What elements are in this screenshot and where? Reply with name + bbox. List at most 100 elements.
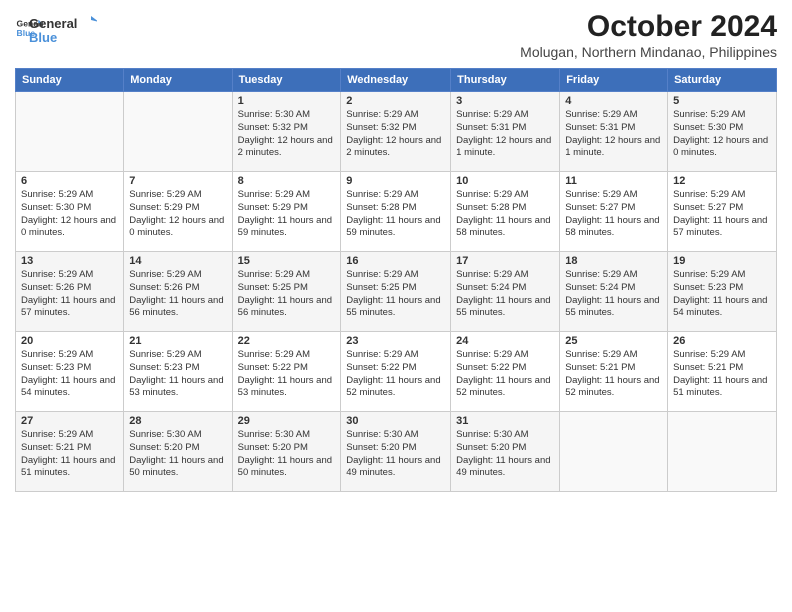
cell-content: Sunrise: 5:29 AM Sunset: 5:25 PM Dayligh…: [346, 269, 445, 320]
calendar-cell: 20 Sunrise: 5:29 AM Sunset: 5:23 PM Dayli…: [16, 332, 124, 412]
cell-content: Sunrise: 5:29 AM Sunset: 5:24 PM Dayligh…: [565, 269, 662, 320]
day-number: 4: [565, 95, 662, 107]
title-block: October 2024 Molugan, Northern Mindanao,…: [520, 10, 777, 60]
calendar-cell: 31 Sunrise: 5:30 AM Sunset: 5:20 PM Dayli…: [451, 412, 560, 492]
day-number: 6: [21, 175, 118, 187]
day-number: 26: [673, 335, 771, 347]
calendar-cell: 23 Sunrise: 5:29 AM Sunset: 5:22 PM Dayli…: [341, 332, 451, 412]
calendar-cell: 1Sunrise: 5:30 AM Sunset: 5:32 PM Daylig…: [232, 92, 341, 172]
col-tuesday: Tuesday: [232, 69, 341, 92]
calendar-cell: [560, 412, 668, 492]
cell-content: Sunrise: 5:29 AM Sunset: 5:22 PM Dayligh…: [238, 349, 336, 400]
calendar-cell: 30 Sunrise: 5:30 AM Sunset: 5:20 PM Dayli…: [341, 412, 451, 492]
col-monday: Monday: [124, 69, 232, 92]
calendar-cell: 8 Sunrise: 5:29 AM Sunset: 5:29 PM Daylig…: [232, 172, 341, 252]
month-year-title: October 2024: [520, 10, 777, 44]
calendar-cell: 27 Sunrise: 5:29 AM Sunset: 5:21 PM Dayli…: [16, 412, 124, 492]
calendar-cell: 12 Sunrise: 5:29 AM Sunset: 5:27 PM Dayli…: [668, 172, 777, 252]
calendar-cell: 21Sunrise: 5:29 AM Sunset: 5:23 PM Dayli…: [124, 332, 232, 412]
cell-content: Sunrise: 5:30 AM Sunset: 5:20 PM Dayligh…: [456, 429, 554, 480]
calendar-header-row: Sunday Monday Tuesday Wednesday Thursday…: [16, 69, 777, 92]
day-number: 24: [456, 335, 554, 347]
svg-text:Blue: Blue: [29, 30, 57, 45]
day-number: 16: [346, 255, 445, 267]
cell-content: Sunrise: 5:29 AM Sunset: 5:30 PM Dayligh…: [21, 189, 118, 240]
cell-content: Sunrise: 5:30 AM Sunset: 5:20 PM Dayligh…: [346, 429, 445, 480]
cell-content: Sunrise: 5:29 AM Sunset: 5:21 PM Dayligh…: [21, 429, 118, 480]
cell-content: Sunrise: 5:29 AM Sunset: 5:23 PM Dayligh…: [21, 349, 118, 400]
cell-content: Sunrise: 5:29 AM Sunset: 5:22 PM Dayligh…: [346, 349, 445, 400]
cell-content: Sunrise: 5:29 AM Sunset: 5:27 PM Dayligh…: [673, 189, 771, 240]
calendar-cell: 26 Sunrise: 5:29 AM Sunset: 5:21 PM Dayli…: [668, 332, 777, 412]
calendar-cell: 4 Sunrise: 5:29 AM Sunset: 5:31 PM Daylig…: [560, 92, 668, 172]
day-number: 27: [21, 415, 118, 427]
day-number: 23: [346, 335, 445, 347]
calendar-cell: 18 Sunrise: 5:29 AM Sunset: 5:24 PM Dayli…: [560, 252, 668, 332]
day-number: 9: [346, 175, 445, 187]
logo-svg: General Blue: [27, 12, 97, 48]
day-number: 25: [565, 335, 662, 347]
cell-content: Sunrise: 5:29 AM Sunset: 5:29 PM Dayligh…: [129, 189, 226, 240]
cell-content: Sunrise: 5:30 AM Sunset: 5:32 PM Dayligh…: [238, 109, 336, 160]
calendar-cell: 3Sunrise: 5:29 AM Sunset: 5:31 PM Daylig…: [451, 92, 560, 172]
calendar-table: Sunday Monday Tuesday Wednesday Thursday…: [15, 68, 777, 492]
cell-content: Sunrise: 5:30 AM Sunset: 5:20 PM Dayligh…: [238, 429, 336, 480]
calendar-cell: 25Sunrise: 5:29 AM Sunset: 5:21 PM Dayli…: [560, 332, 668, 412]
day-number: 5: [673, 95, 771, 107]
calendar-cell: 7 Sunrise: 5:29 AM Sunset: 5:29 PM Daylig…: [124, 172, 232, 252]
cell-content: Sunrise: 5:29 AM Sunset: 5:27 PM Dayligh…: [565, 189, 662, 240]
calendar-cell: 15Sunrise: 5:29 AM Sunset: 5:25 PM Dayli…: [232, 252, 341, 332]
day-number: 21: [129, 335, 226, 347]
calendar-cell: 17Sunrise: 5:29 AM Sunset: 5:24 PM Dayli…: [451, 252, 560, 332]
location-subtitle: Molugan, Northern Mindanao, Philippines: [520, 44, 777, 60]
col-wednesday: Wednesday: [341, 69, 451, 92]
day-number: 31: [456, 415, 554, 427]
calendar-cell: 16 Sunrise: 5:29 AM Sunset: 5:25 PM Dayli…: [341, 252, 451, 332]
calendar-week-3: 13Sunrise: 5:29 AM Sunset: 5:26 PM Dayli…: [16, 252, 777, 332]
cell-content: Sunrise: 5:29 AM Sunset: 5:30 PM Dayligh…: [673, 109, 771, 160]
calendar-cell: 28 Sunrise: 5:30 AM Sunset: 5:20 PM Dayli…: [124, 412, 232, 492]
day-number: 19: [673, 255, 771, 267]
cell-content: Sunrise: 5:29 AM Sunset: 5:31 PM Dayligh…: [565, 109, 662, 160]
day-number: 30: [346, 415, 445, 427]
cell-content: Sunrise: 5:29 AM Sunset: 5:28 PM Dayligh…: [456, 189, 554, 240]
day-number: 29: [238, 415, 336, 427]
calendar-cell: 5 Sunrise: 5:29 AM Sunset: 5:30 PM Daylig…: [668, 92, 777, 172]
calendar-cell: 19 Sunrise: 5:29 AM Sunset: 5:23 PM Dayli…: [668, 252, 777, 332]
calendar-cell: [16, 92, 124, 172]
cell-content: Sunrise: 5:29 AM Sunset: 5:21 PM Dayligh…: [673, 349, 771, 400]
calendar-week-2: 6 Sunrise: 5:29 AM Sunset: 5:30 PM Daylig…: [16, 172, 777, 252]
cell-content: Sunrise: 5:29 AM Sunset: 5:31 PM Dayligh…: [456, 109, 554, 160]
day-number: 12: [673, 175, 771, 187]
calendar-cell: [668, 412, 777, 492]
logo: General Blue General Blue: [15, 10, 97, 48]
calendar-week-1: 1Sunrise: 5:30 AM Sunset: 5:32 PM Daylig…: [16, 92, 777, 172]
day-number: 22: [238, 335, 336, 347]
calendar-cell: 24 Sunrise: 5:29 AM Sunset: 5:22 PM Dayli…: [451, 332, 560, 412]
calendar-cell: [124, 92, 232, 172]
calendar-cell: 6 Sunrise: 5:29 AM Sunset: 5:30 PM Daylig…: [16, 172, 124, 252]
col-thursday: Thursday: [451, 69, 560, 92]
calendar-cell: 22 Sunrise: 5:29 AM Sunset: 5:22 PM Dayli…: [232, 332, 341, 412]
calendar-week-5: 27 Sunrise: 5:29 AM Sunset: 5:21 PM Dayli…: [16, 412, 777, 492]
header: General Blue General Blue October 2024 M…: [15, 10, 777, 60]
day-number: 20: [21, 335, 118, 347]
cell-content: Sunrise: 5:29 AM Sunset: 5:22 PM Dayligh…: [456, 349, 554, 400]
day-number: 15: [238, 255, 336, 267]
day-number: 8: [238, 175, 336, 187]
calendar-cell: 14Sunrise: 5:29 AM Sunset: 5:26 PM Dayli…: [124, 252, 232, 332]
day-number: 28: [129, 415, 226, 427]
day-number: 7: [129, 175, 226, 187]
cell-content: Sunrise: 5:29 AM Sunset: 5:23 PM Dayligh…: [673, 269, 771, 320]
svg-text:General: General: [29, 16, 77, 31]
calendar-body: 1Sunrise: 5:30 AM Sunset: 5:32 PM Daylig…: [16, 92, 777, 492]
cell-content: Sunrise: 5:29 AM Sunset: 5:29 PM Dayligh…: [238, 189, 336, 240]
calendar-cell: 13Sunrise: 5:29 AM Sunset: 5:26 PM Dayli…: [16, 252, 124, 332]
day-number: 18: [565, 255, 662, 267]
day-number: 11: [565, 175, 662, 187]
calendar-cell: 9Sunrise: 5:29 AM Sunset: 5:28 PM Daylig…: [341, 172, 451, 252]
cell-content: Sunrise: 5:30 AM Sunset: 5:20 PM Dayligh…: [129, 429, 226, 480]
day-number: 10: [456, 175, 554, 187]
col-friday: Friday: [560, 69, 668, 92]
col-sunday: Sunday: [16, 69, 124, 92]
